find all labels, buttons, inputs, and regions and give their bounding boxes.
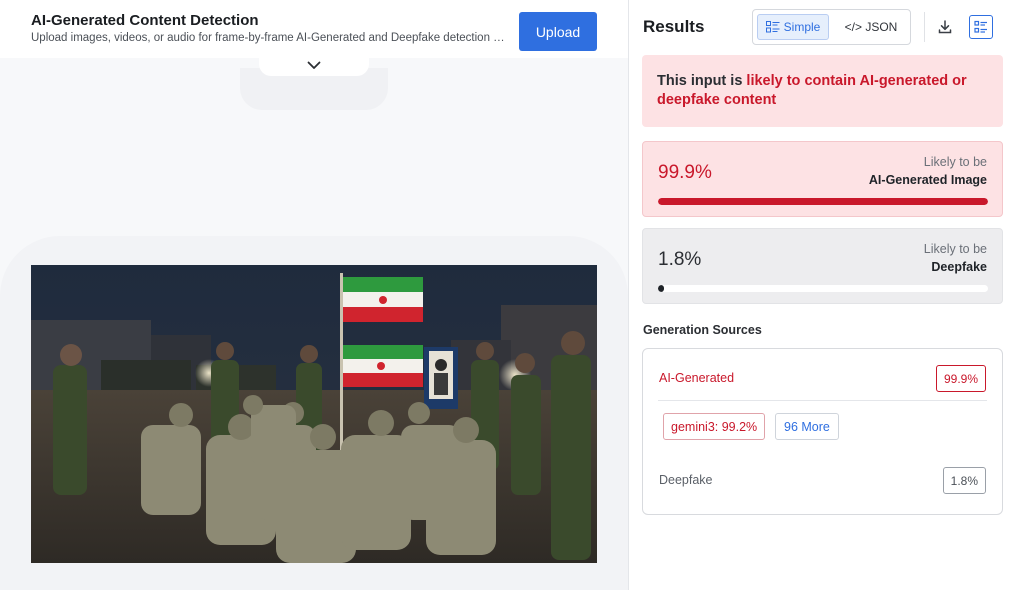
download-icon xyxy=(938,20,952,34)
detail-list-button[interactable] xyxy=(969,15,993,39)
ai-type-label: AI-Generated Image xyxy=(868,173,987,187)
deepfake-progress-fill xyxy=(658,285,664,292)
source-ai-generated-label: AI-Generated xyxy=(659,371,735,385)
toolbar-separator xyxy=(924,12,925,42)
deepfake-score-card: 1.8% Likely to be Deepfake xyxy=(642,228,1003,304)
expand-toggle[interactable] xyxy=(259,54,369,76)
source-chip-gemini3[interactable]: gemini3: 99.2% xyxy=(663,413,766,440)
source-deepfake-label: Deepfake xyxy=(659,473,713,487)
deepfake-percent: 1.8% xyxy=(658,249,702,270)
verdict-prefix: This input is xyxy=(657,73,747,89)
results-title: Results xyxy=(643,17,705,36)
source-ai-generated-score: 99.9% xyxy=(935,365,986,392)
simple-view-button[interactable]: Simple xyxy=(757,14,829,40)
sources-divider xyxy=(658,400,987,401)
view-toggle: Simple </> JSON xyxy=(752,9,911,45)
page-subtitle: Upload images, videos, or audio for fram… xyxy=(31,32,509,44)
detection-header: AI-Generated Content Detection Upload im… xyxy=(0,0,628,58)
pane-divider xyxy=(628,0,629,590)
json-view-label: </> JSON xyxy=(844,20,898,34)
detail-list-icon xyxy=(974,20,987,33)
source-deepfake-score: 1.8% xyxy=(942,467,986,494)
ai-likely-label: Likely to be xyxy=(923,155,987,169)
soldiers-photo-image xyxy=(31,265,597,563)
simple-view-label: Simple xyxy=(783,20,821,34)
ai-generated-score-card: 99.9% Likely to be AI-Generated Image xyxy=(642,141,1003,217)
ai-progress-fill xyxy=(658,198,988,205)
deepfake-likely-label: Likely to be xyxy=(923,242,987,256)
ai-progress-bar xyxy=(658,198,988,205)
more-sources-button[interactable]: 96 More xyxy=(775,413,839,440)
generation-sources-panel: AI-Generated 99.9% gemini3: 99.2% 96 Mor… xyxy=(642,348,1003,515)
generation-sources-title: Generation Sources xyxy=(643,323,762,337)
verdict-alert: This input is likely to contain AI-gener… xyxy=(642,55,1003,127)
deepfake-progress-bar xyxy=(658,285,988,292)
download-button[interactable] xyxy=(934,16,956,38)
json-view-button[interactable]: </> JSON xyxy=(835,14,907,40)
ai-generated-percent: 99.9% xyxy=(658,162,712,183)
list-view-icon xyxy=(765,21,780,33)
uploaded-image-preview xyxy=(31,265,597,563)
upload-pane: AI-Generated Content Detection Upload im… xyxy=(0,0,628,590)
deepfake-type-label: Deepfake xyxy=(931,260,987,274)
page-title: AI-Generated Content Detection xyxy=(31,12,259,29)
upload-button[interactable]: Upload xyxy=(519,12,597,51)
chevron-down-icon xyxy=(307,61,321,69)
